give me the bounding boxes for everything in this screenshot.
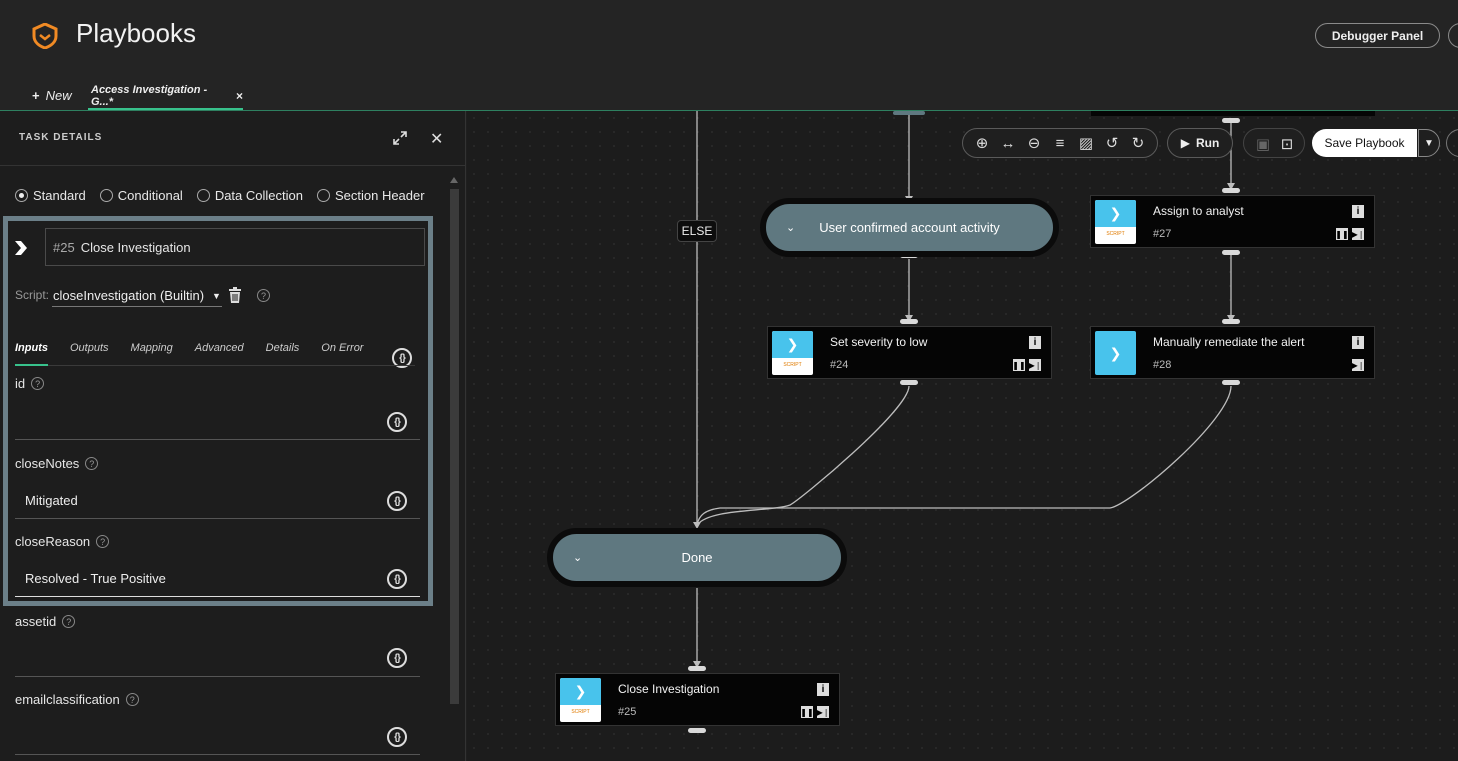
- task-node-manually-remediate[interactable]: ❯ Manually remediate the alert #28 i ▶❘: [1090, 326, 1375, 379]
- run-button[interactable]: ▶ Run: [1167, 128, 1233, 158]
- task-name: Manually remediate the alert: [1153, 335, 1305, 349]
- info-icon[interactable]: i: [817, 683, 829, 696]
- task-node-set-severity[interactable]: ❯ SCRIPT Set severity to low #24 i ❚❚ ▶❘: [767, 326, 1052, 379]
- condition-node-user-confirmed[interactable]: ⌄ User confirmed account activity: [760, 198, 1059, 257]
- condition-label: Done: [681, 550, 713, 565]
- redo-icon[interactable]: ↻: [1129, 134, 1147, 152]
- play-icon: ▶: [1180, 136, 1190, 150]
- info-icon[interactable]: i: [1029, 336, 1041, 349]
- chevron-down-icon[interactable]: ⌄: [786, 221, 795, 234]
- script-task-icon: ❯ SCRIPT: [772, 331, 813, 375]
- chevron-down-icon[interactable]: ⌄: [573, 551, 582, 564]
- edge-severity-to-done: [696, 385, 910, 526]
- checkpoint-icon[interactable]: ▣: [1254, 135, 1272, 153]
- condition-node-done[interactable]: ⌄ Done: [547, 528, 847, 587]
- task-node-assign-to-analyst[interactable]: ❯ SCRIPT Assign to analyst #27 i ❚❚ ▶❘: [1090, 195, 1375, 248]
- pause-icon[interactable]: ❚❚: [1335, 228, 1349, 240]
- task-id: #24: [830, 359, 849, 371]
- playbook-edges: [688, 111, 1375, 733]
- info-icon[interactable]: i: [1352, 205, 1364, 218]
- skip-icon[interactable]: ▶❘: [817, 706, 829, 718]
- skip-icon[interactable]: ▶❘: [1352, 359, 1364, 371]
- zoom-in-icon[interactable]: ⊕: [973, 134, 991, 152]
- task-id: #28: [1153, 359, 1172, 371]
- manual-task-icon: ❯: [1095, 331, 1136, 375]
- save-playbook-button[interactable]: Save Playbook: [1312, 129, 1417, 157]
- script-task-icon: ❯ SCRIPT: [560, 678, 601, 722]
- edge-remediate-to-done: [696, 385, 1232, 526]
- task-id: #27: [1153, 228, 1172, 240]
- debug-tools[interactable]: ▣ ⊡: [1243, 128, 1305, 158]
- canvas-toolbar: ⊕ ↔ ⊖ ≡ ▨ ↺ ↻: [962, 128, 1158, 158]
- skip-icon[interactable]: ▶❘: [1352, 228, 1364, 240]
- info-icon[interactable]: i: [1352, 336, 1364, 349]
- image-icon[interactable]: ▨: [1077, 134, 1095, 152]
- task-name: Close Investigation: [618, 682, 720, 696]
- task-id: #25: [618, 706, 637, 718]
- skip-icon[interactable]: ▶❘: [1029, 359, 1041, 371]
- fit-width-icon[interactable]: ↔: [999, 134, 1017, 152]
- pause-icon[interactable]: ❚❚: [1012, 359, 1026, 371]
- script-task-icon: ❯ SCRIPT: [1095, 200, 1136, 244]
- zoom-out-icon[interactable]: ⊖: [1025, 134, 1043, 152]
- task-name: Set severity to low: [830, 335, 928, 349]
- undo-icon[interactable]: ↺: [1103, 134, 1121, 152]
- task-name: Assign to analyst: [1153, 204, 1244, 218]
- align-icon[interactable]: ≡: [1051, 134, 1069, 152]
- script-view-icon[interactable]: ⊡: [1278, 135, 1296, 153]
- else-badge: ELSE: [677, 220, 717, 242]
- condition-label: User confirmed account activity: [819, 220, 1000, 235]
- pause-icon[interactable]: ❚❚: [800, 706, 814, 718]
- task-node-close-investigation[interactable]: ❯ SCRIPT Close Investigation #25 i ❚❚ ▶❘: [555, 673, 840, 726]
